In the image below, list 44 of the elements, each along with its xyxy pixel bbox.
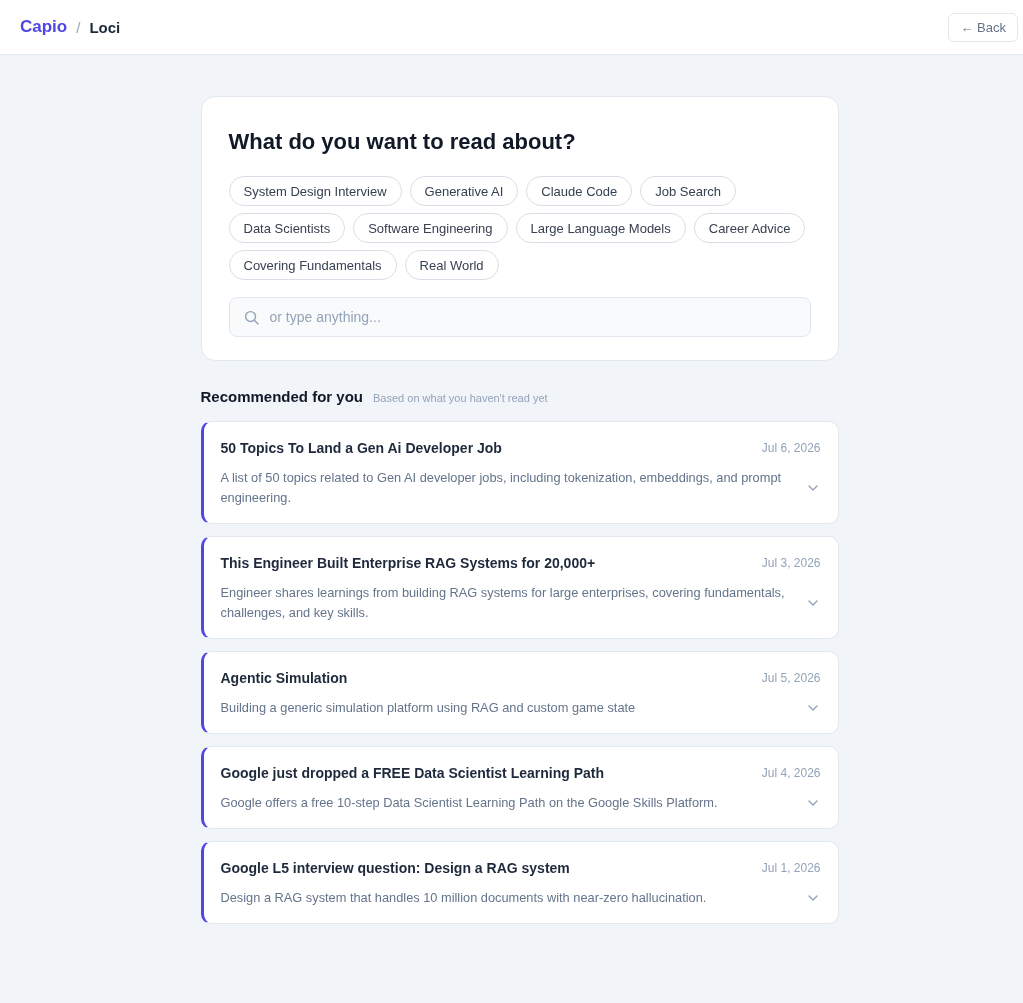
topic-chip[interactable]: Generative AI <box>409 176 519 206</box>
article-title: This Engineer Built Enterprise RAG Systems for 20,000+ <box>220 555 596 571</box>
search-icon <box>243 310 259 325</box>
article-card[interactable]: Agentic Simulation Jul 5, 2026 Building a generic simulation platform using RAG and custom game state <box>200 651 839 734</box>
chevron-down-icon[interactable] <box>807 485 818 491</box>
topic-chip[interactable]: Claude Code <box>526 176 633 206</box>
brand-link[interactable]: Capio <box>20 17 68 37</box>
search-field[interactable]: or type anything... <box>228 297 811 337</box>
article-title: Agentic Simulation <box>220 670 348 686</box>
article-date: Jul 1, 2026 <box>761 861 821 875</box>
prompt-heading: What do you want to read about? <box>228 129 577 155</box>
section-heading: Recommended for you <box>200 388 364 405</box>
article-card[interactable]: 50 Topics To Land a Gen Ai Developer Job Jul 6, 2026 A list of 50 topics related to Gen AI developer jobs, including tokenization, embeddings, and prompt engineering. <box>200 421 839 524</box>
article-date: Jul 3, 2026 <box>761 556 821 570</box>
article-summary: Design a RAG system that handles 10 million documents with near-zero hallucination. <box>220 889 708 907</box>
article-card[interactable]: This Engineer Built Enterprise RAG Systems for 20,000+ Jul 3, 2026 Engineer shares learnings from building RAG systems for large enterprises, covering fundamentals, challenges, and key skills. <box>200 536 839 639</box>
article-date: Jul 6, 2026 <box>761 441 821 455</box>
article-title: 50 Topics To Land a Gen Ai Developer Job <box>220 440 502 456</box>
article-date: Jul 5, 2026 <box>761 671 821 685</box>
chevron-down-icon[interactable] <box>807 800 818 806</box>
topic-chip[interactable]: Job Search <box>640 176 736 206</box>
topic-chip[interactable]: Large Language Models <box>515 213 686 243</box>
article-card[interactable]: Google just dropped a FREE Data Scientist Learning Path Jul 4, 2026 Google offers a free 10-step Data Scientist Learning Path on the Google Skills Platform. <box>200 746 839 829</box>
topic-chip[interactable]: Data Scientists <box>228 213 346 243</box>
topic-chip[interactable]: Software Engineering <box>353 213 508 243</box>
chevron-down-icon[interactable] <box>807 895 818 901</box>
chevron-down-icon[interactable] <box>807 600 818 606</box>
chevron-down-icon[interactable] <box>807 705 818 711</box>
article-title: Google just dropped a FREE Data Scientist Learning Path <box>220 765 604 781</box>
topic-chip[interactable]: Career Advice <box>693 213 806 243</box>
article-summary: Google offers a free 10-step Data Scientist Learning Path on the Google Skills Platform. <box>220 794 719 812</box>
article-card[interactable]: Google L5 interview question: Design a RAG system Jul 1, 2026 Design a RAG system that handles 10 million documents with near-zero hallucination. <box>200 841 839 924</box>
topic-chip[interactable]: System Design Interview <box>228 176 402 206</box>
breadcrumb-separator: / <box>76 18 81 36</box>
page-title: Loci <box>89 18 121 36</box>
article-title: Google L5 interview question: Design a RAG system <box>220 860 570 876</box>
section-subtitle: Based on what you haven't read yet <box>373 392 548 404</box>
topic-chip[interactable]: Real World <box>404 250 499 280</box>
article-summary: Engineer shares learnings from building RAG systems for large enterprises, covering fundamentals, challenges, and key skills. <box>220 584 786 622</box>
back-button[interactable]: ← Back <box>948 12 1018 42</box>
article-date: Jul 4, 2026 <box>761 766 821 780</box>
article-summary: Building a generic simulation platform using RAG and custom game state <box>220 699 637 717</box>
article-summary: A list of 50 topics related to Gen AI developer jobs, including tokenization, embeddings, and prompt engineering. <box>220 469 783 507</box>
topic-chip[interactable]: Covering Fundamentals <box>228 250 397 280</box>
